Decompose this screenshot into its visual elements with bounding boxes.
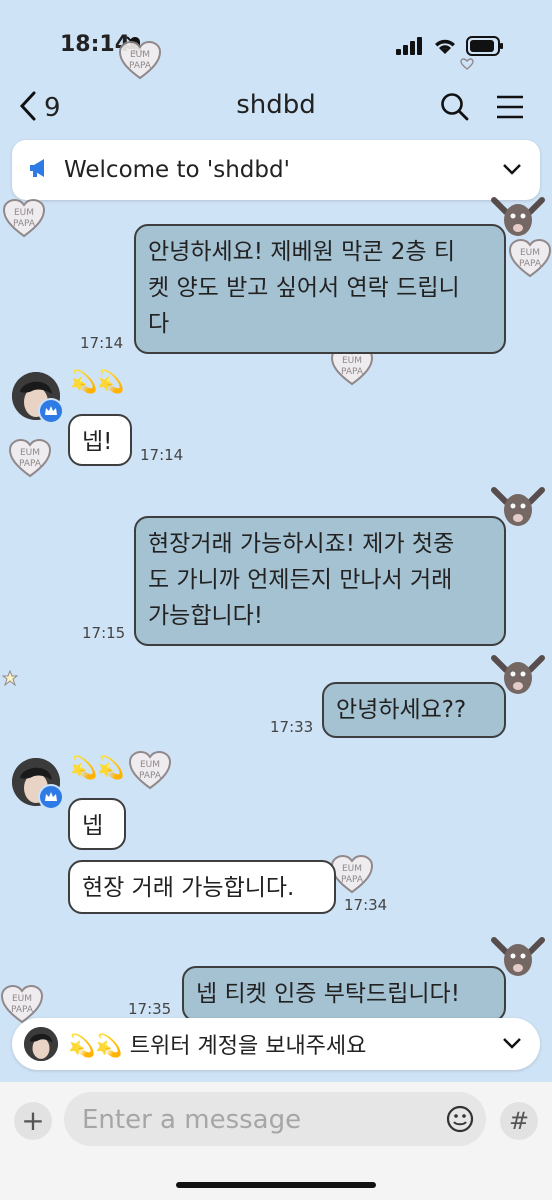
crown-icon <box>38 398 64 424</box>
avatar <box>24 1027 58 1061</box>
chevron-down-icon[interactable] <box>502 161 522 180</box>
signal-icon <box>396 37 424 59</box>
svg-text:PAPA: PAPA <box>19 459 42 469</box>
svg-text:PAPA: PAPA <box>341 875 364 885</box>
svg-text:EUM: EUM <box>342 356 362 366</box>
emoji-icon[interactable] <box>446 1105 474 1137</box>
svg-text:PAPA: PAPA <box>11 1005 34 1015</box>
message-line: 넵! <box>82 429 113 455</box>
chevron-down-icon[interactable] <box>502 1035 522 1054</box>
heart-sticker-small <box>460 58 474 70</box>
plus-button[interactable]: + <box>14 1102 52 1140</box>
message-line: 안녕하세요?? <box>336 697 467 723</box>
svg-text:EUM: EUM <box>12 994 32 1004</box>
message-time: 17:33 <box>270 718 314 736</box>
notice-text: Welcome to 'shdbd' <box>64 157 290 183</box>
heart-sticker: EUMPAPA <box>8 438 52 478</box>
svg-text:EUM: EUM <box>342 864 362 874</box>
message-time: 17:34 <box>344 896 388 914</box>
message-time: 17:14 <box>80 334 124 352</box>
message-line: 현장 거래 가능합니다. <box>82 875 295 901</box>
svg-text:EUM: EUM <box>140 760 160 770</box>
hash-icon: # <box>508 1107 530 1135</box>
star-sticker <box>2 670 18 686</box>
message-bubble-outgoing[interactable]: 넵 티켓 인증 부탁드립니다! <box>182 966 506 1022</box>
message-time: 17:14 <box>140 446 184 464</box>
crown-icon <box>38 784 64 810</box>
notice-banner[interactable]: Welcome to 'shdbd' <box>12 140 540 200</box>
sender-name: 💫💫 <box>70 756 125 781</box>
chat-header: 9 shdbd <box>0 84 552 132</box>
pinned-message-banner[interactable]: 💫💫 트위터 계정을 보내주세요 <box>12 1018 540 1070</box>
menu-icon[interactable] <box>496 94 524 124</box>
home-indicator <box>176 1182 376 1188</box>
svg-text:EUM: EUM <box>14 208 34 218</box>
heart-sticker: EUMPAPA <box>508 238 552 278</box>
svg-text:PAPA: PAPA <box>519 259 542 269</box>
sender-name: 💫💫 <box>70 370 125 395</box>
heart-sticker: EUMPAPA <box>128 750 172 790</box>
message-bubble-outgoing[interactable]: 현장거래 가능하시죠! 제가 첫중 도 가니까 언제든지 만나서 거래 가능합니… <box>134 516 506 646</box>
svg-text:PAPA: PAPA <box>139 771 162 781</box>
svg-text:EUM: EUM <box>20 448 40 458</box>
battery-icon <box>466 36 504 60</box>
message-bubble-incoming[interactable]: 넵! <box>68 414 132 466</box>
message-input[interactable] <box>80 1092 434 1148</box>
message-bubble-outgoing[interactable]: 안녕하세요?? <box>322 682 506 738</box>
svg-text:PAPA: PAPA <box>129 61 152 71</box>
message-line: 가능합니다! <box>148 603 264 629</box>
message-line: 도 가니까 언제든지 만나서 거래 <box>148 567 453 593</box>
status-indicators <box>396 36 504 60</box>
search-icon[interactable] <box>440 92 470 126</box>
heart-sticker: EUMPAPA <box>2 198 46 238</box>
heart-sticker: EUMPAPA <box>330 854 374 894</box>
pinned-message-text: 💫💫 트위터 계정을 보내주세요 <box>68 1034 367 1059</box>
message-line: 켓 양도 받고 싶어서 연락 드립니 <box>148 275 460 301</box>
wifi-icon <box>432 36 458 60</box>
message-bubble-outgoing[interactable]: 안녕하세요! 제베원 막콘 2층 티 켓 양도 받고 싶어서 연락 드립니 다 <box>134 224 506 354</box>
message-bubble-incoming[interactable]: 현장 거래 가능합니다. <box>68 860 336 914</box>
hash-button[interactable]: # <box>500 1102 538 1140</box>
message-line: 다 <box>148 311 170 337</box>
message-time: 17:35 <box>128 1000 172 1018</box>
svg-text:PAPA: PAPA <box>13 219 36 229</box>
message-line: 안녕하세요! 제베원 막콘 2층 티 <box>148 239 456 265</box>
message-line: 현장거래 가능하시죠! 제가 첫중 <box>148 531 455 557</box>
message-line: 넵 티켓 인증 부탁드립니다! <box>196 981 460 1007</box>
svg-text:EUM: EUM <box>520 248 540 258</box>
message-bubble-incoming[interactable]: 넵 <box>68 798 126 850</box>
megaphone-icon <box>28 157 50 183</box>
plus-icon: + <box>21 1104 45 1137</box>
svg-text:PAPA: PAPA <box>341 367 364 377</box>
svg-text:EUM: EUM <box>130 50 150 60</box>
message-input-container <box>64 1092 486 1148</box>
message-line: 넵 <box>82 813 104 839</box>
heart-sticker: EUMPAPA <box>118 40 162 80</box>
message-time: 17:15 <box>82 624 126 642</box>
